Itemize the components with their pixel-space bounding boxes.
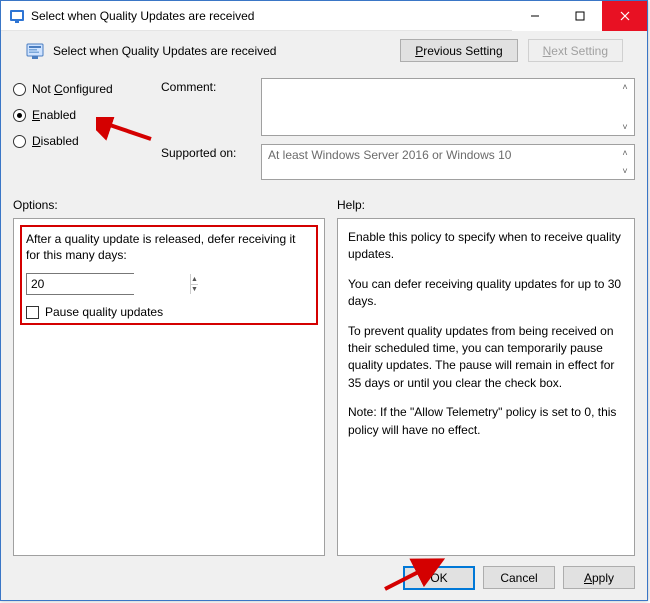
radio-icon: [13, 109, 26, 122]
supported-label: Supported on:: [161, 144, 261, 180]
help-para: Enable this policy to specify when to re…: [348, 229, 624, 264]
help-pane: Enable this policy to specify when to re…: [337, 218, 635, 556]
defer-days-label: After a quality update is released, defe…: [26, 231, 312, 263]
gpo-editor-dialog: Select when Quality Updates are received…: [0, 0, 648, 601]
annotation-highlight: After a quality update is released, defe…: [20, 225, 318, 325]
defer-days-input[interactable]: [27, 274, 190, 294]
options-pane: After a quality update is released, defe…: [13, 218, 325, 556]
pause-updates-label: Pause quality updates: [45, 305, 163, 319]
policy-icon: [25, 41, 45, 61]
next-setting-button: Next Setting: [528, 39, 623, 62]
spinner-buttons: ▲ ▼: [190, 274, 198, 294]
spinner-up-button[interactable]: ▲: [191, 274, 198, 285]
radio-icon: [13, 83, 26, 96]
comment-label: Comment:: [161, 78, 261, 136]
radio-label: Not Configured: [32, 82, 113, 96]
form-fields: Comment: ˄ ˅ Supported on: At least Wind…: [161, 72, 635, 188]
previous-setting-button[interactable]: Previous Setting: [400, 39, 517, 62]
help-para: To prevent quality updates from being re…: [348, 323, 624, 393]
radio-not-configured[interactable]: Not Configured: [13, 78, 153, 100]
radio-label: Disabled: [32, 134, 79, 148]
minimize-button[interactable]: [512, 1, 557, 31]
ok-button[interactable]: OK: [403, 566, 475, 590]
comment-textarea[interactable]: ˄ ˅: [261, 78, 635, 136]
comment-row: Comment: ˄ ˅: [161, 78, 635, 136]
pane-labels: Options: Help:: [13, 194, 635, 218]
dialog-body: Select when Quality Updates are received…: [1, 31, 647, 600]
titlebar: Select when Quality Updates are received: [1, 1, 647, 31]
panes: After a quality update is released, defe…: [13, 218, 635, 556]
apply-button[interactable]: Apply: [563, 566, 635, 589]
scroll-up-icon[interactable]: ˄: [619, 81, 631, 93]
supported-value: At least Windows Server 2016 or Windows …: [268, 148, 511, 162]
pause-updates-checkbox[interactable]: Pause quality updates: [26, 305, 312, 319]
radio-disabled[interactable]: Disabled: [13, 130, 153, 152]
window-title: Select when Quality Updates are received: [31, 9, 512, 23]
policy-title: Select when Quality Updates are received: [53, 44, 400, 58]
scroll-up-icon[interactable]: ˄: [619, 147, 631, 159]
spinner-down-button[interactable]: ▼: [191, 285, 198, 295]
setting-nav: Previous Setting Next Setting: [400, 39, 623, 62]
window-controls: [512, 1, 647, 31]
dialog-footer: OK Cancel Apply: [13, 556, 635, 590]
help-text: Enable this policy to specify when to re…: [348, 229, 624, 439]
radio-icon: [13, 135, 26, 148]
checkbox-icon: [26, 306, 39, 319]
radio-label: Enabled: [32, 108, 76, 122]
help-para: Note: If the "Allow Telemetry" policy is…: [348, 404, 624, 439]
maximize-button[interactable]: [557, 1, 602, 31]
supported-textarea: At least Windows Server 2016 or Windows …: [261, 144, 635, 180]
state-radios: Not Configured Enabled Disabled: [13, 72, 153, 188]
options-label: Options:: [13, 198, 325, 212]
supported-row: Supported on: At least Windows Server 20…: [161, 144, 635, 180]
help-label: Help:: [337, 198, 365, 212]
radio-enabled[interactable]: Enabled: [13, 104, 153, 126]
close-button[interactable]: [602, 1, 647, 31]
scroll-down-icon[interactable]: ˅: [619, 165, 631, 177]
scroll-down-icon[interactable]: ˅: [619, 121, 631, 133]
help-para: You can defer receiving quality updates …: [348, 276, 624, 311]
top-form-area: Not Configured Enabled Disabled Comment:: [13, 72, 635, 194]
cancel-button[interactable]: Cancel: [483, 566, 555, 589]
dialog-header: Select when Quality Updates are received…: [13, 31, 635, 72]
app-icon: [9, 8, 25, 24]
defer-days-spinner[interactable]: ▲ ▼: [26, 273, 134, 295]
